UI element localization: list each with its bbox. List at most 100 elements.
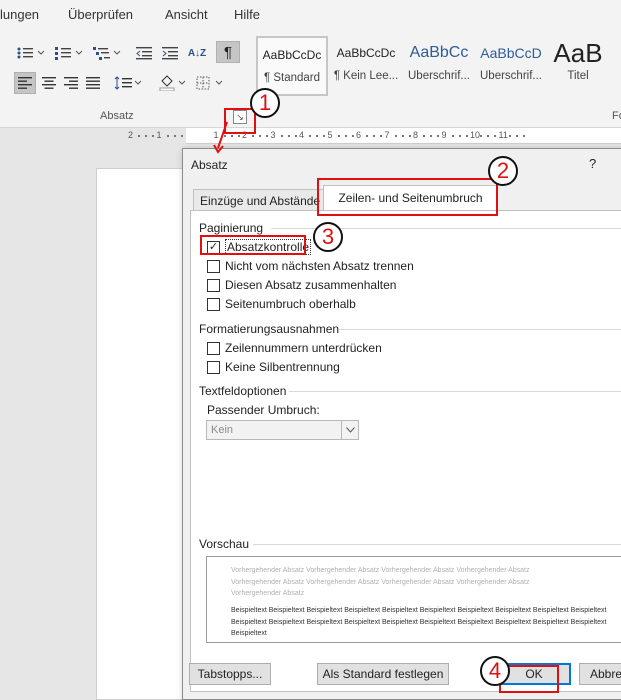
ruler-tick	[408, 135, 411, 137]
style-label: Titel	[567, 70, 589, 82]
tight-wrap-select[interactable]: Kein	[206, 420, 359, 440]
set-as-default-button[interactable]: Als Standard festlegen	[317, 663, 449, 685]
ruler-tick	[508, 135, 511, 137]
ruler-tick	[309, 135, 312, 137]
sort-button[interactable]: A↓Z	[186, 42, 208, 64]
line-spacing-button[interactable]	[112, 72, 144, 94]
ruler-tick	[266, 135, 269, 137]
font-group-label: Fo	[612, 110, 621, 122]
ruler-tick	[373, 135, 376, 137]
ruler-tick	[394, 135, 397, 137]
option-label: Nicht vom nächsten Absatz trennen	[225, 259, 414, 273]
formatting-exceptions-heading: Formatierungsausnahmen	[199, 322, 340, 336]
ruler-tick	[138, 135, 141, 137]
keep-with-next-option[interactable]: Nicht vom nächsten Absatz trennen	[207, 258, 414, 274]
tabs-button[interactable]: Tabstopps...	[189, 663, 271, 685]
style-label: Überschrif...	[480, 70, 542, 82]
align-right-button[interactable]	[60, 72, 82, 94]
style-no-spacing[interactable]: AaBbCcDc ¶ Kein Lee...	[330, 36, 402, 96]
callout-number-4: 4	[480, 656, 510, 686]
divider	[339, 329, 621, 330]
menu-item-help[interactable]: Hilfe	[234, 7, 260, 22]
justify-button[interactable]	[82, 72, 104, 94]
ruler-tick	[480, 135, 483, 137]
style-heading-1[interactable]: AaBbCc Überschrif...	[404, 36, 474, 96]
style-title[interactable]: AaB Titel	[548, 36, 608, 96]
checkbox-icon[interactable]	[207, 278, 220, 292]
borders-button[interactable]	[194, 72, 228, 94]
menu-item-layout[interactable]: lungen	[0, 7, 39, 22]
checkbox-icon[interactable]	[207, 259, 220, 273]
checkbox-icon[interactable]	[207, 360, 220, 374]
tab-label: Einzüge und Abstände	[200, 194, 321, 208]
keep-lines-together-option[interactable]: Diesen Absatz zusammenhalten	[207, 277, 396, 293]
ruler-tick	[173, 135, 176, 137]
numbering-button[interactable]	[52, 42, 86, 64]
tight-wrap-label: Passender Umbruch:	[207, 403, 320, 417]
ruler-tick	[401, 135, 404, 137]
no-hyphenation-option[interactable]: Keine Silbentrennung	[207, 359, 340, 375]
style-preview: AaBbCc	[409, 44, 469, 61]
preview-heading: Vorschau	[199, 537, 250, 551]
sort-icon: A↓Z	[187, 47, 207, 59]
ruler-tick	[337, 135, 340, 137]
preview-previous-paragraph: Vorhergehender Absatz Vorhergehender Abs…	[231, 567, 530, 597]
callout-number-3: 3	[313, 222, 343, 252]
align-center-icon	[42, 77, 56, 89]
ruler-tick	[344, 135, 347, 137]
ruler-tick	[316, 135, 319, 137]
menu-item-view[interactable]: Ansicht	[165, 7, 208, 22]
increase-indent-button[interactable]	[160, 42, 180, 64]
cancel-button[interactable]: Abbre	[579, 663, 621, 685]
pilcrow-icon: ¶	[223, 43, 233, 61]
checkbox-icon[interactable]	[207, 341, 220, 355]
bullets-icon	[17, 47, 45, 59]
ruler-tick	[465, 135, 468, 137]
bullets-button[interactable]	[14, 42, 48, 64]
decrease-indent-button[interactable]	[134, 42, 154, 64]
paint-bucket-icon	[159, 75, 186, 91]
paragraph-dialog: Absatz ? Einzüge und Abstände Zeilen- un…	[182, 148, 621, 700]
borders-icon	[196, 76, 223, 90]
ruler-tick	[152, 135, 155, 137]
chevron-down-icon[interactable]	[341, 421, 358, 439]
ruler-number: 4	[299, 130, 305, 140]
multilevel-list-icon	[93, 47, 121, 60]
ruler-tick	[287, 135, 290, 137]
multilevel-list-button[interactable]	[90, 42, 124, 64]
preview-sample-text: Beispieltext Beispieltext Beispieltext B…	[231, 607, 607, 637]
ruler-tick	[323, 135, 326, 137]
suppress-line-numbers-option[interactable]: Zeilennummern unterdrücken	[207, 340, 382, 356]
ruler-number: 8	[413, 130, 419, 140]
checkbox-icon[interactable]	[207, 297, 220, 311]
ruler-tick	[451, 135, 454, 137]
ruler-tick	[380, 135, 383, 137]
textbox-options-heading: Textfeldoptionen	[199, 384, 287, 398]
style-preview: AaB	[553, 38, 603, 68]
align-center-button[interactable]	[38, 72, 60, 94]
ruler-tick	[294, 135, 297, 137]
style-heading-2[interactable]: AaBbCcD Überschrif...	[476, 36, 546, 96]
tab-panel: Paginierung ✓ Absatzkontrolle Nicht vom …	[190, 210, 621, 692]
justify-icon	[86, 77, 100, 89]
ruler-tick	[259, 135, 262, 137]
style-preview: AaBbCcDc	[262, 48, 322, 62]
align-left-button[interactable]	[14, 72, 36, 94]
ruler-tick	[180, 135, 183, 137]
shading-button[interactable]	[156, 72, 190, 94]
ruler-tick	[437, 135, 440, 137]
horizontal-ruler[interactable]: 2 1 1 2 3 4 5 6 7 8 9 10 11	[94, 128, 621, 144]
style-standard[interactable]: AaBbCcDc ¶ Standard	[256, 36, 328, 96]
ruler-tick	[487, 135, 490, 137]
callout-number-2: 2	[488, 156, 518, 186]
divider	[253, 544, 621, 545]
ruler-tick	[515, 135, 518, 137]
show-formatting-button[interactable]: ¶	[216, 41, 240, 63]
help-button[interactable]: ?	[589, 156, 596, 171]
numbering-icon	[55, 47, 83, 60]
callout-box-widow-control	[200, 235, 306, 255]
page-break-before-option[interactable]: Seitenumbruch oberhalb	[207, 296, 356, 312]
ruler-number: 5	[327, 130, 333, 140]
tab-indents-spacing[interactable]: Einzüge und Abstände	[193, 189, 324, 211]
menu-item-review[interactable]: Überprüfen	[68, 7, 133, 22]
